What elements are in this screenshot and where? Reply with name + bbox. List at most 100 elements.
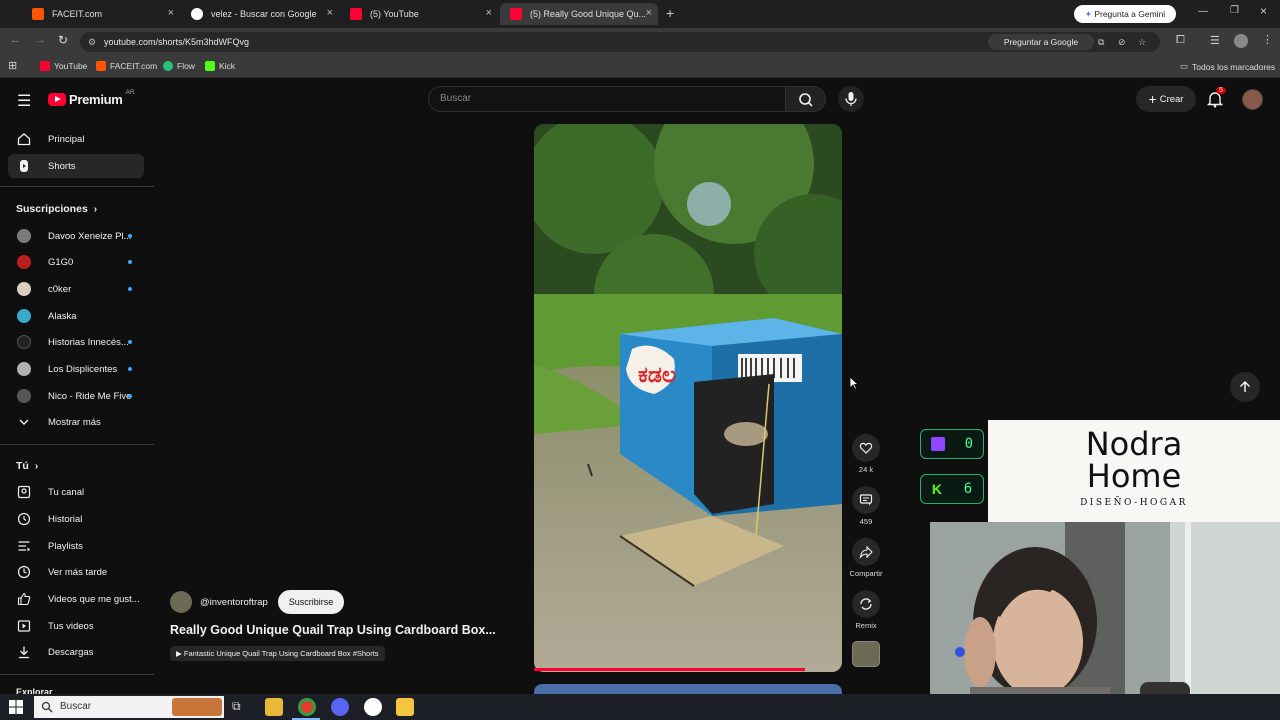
windows-taskbar: Buscar ⧉ xyxy=(0,694,1280,720)
reading-list-icon[interactable]: ☰ xyxy=(1210,34,1220,47)
remix-button[interactable] xyxy=(852,590,880,618)
bookmark-flow[interactable]: Flow xyxy=(163,61,195,71)
notifications-button[interactable]: 5 xyxy=(1206,87,1226,113)
download-icon xyxy=(19,646,29,659)
hamburger-menu-icon[interactable]: ☰ xyxy=(17,91,31,111)
comments-button[interactable] xyxy=(852,486,880,514)
file-explorer-icon[interactable] xyxy=(265,698,283,716)
channel-avatar[interactable] xyxy=(170,591,192,613)
sidebar-item-principal[interactable]: Principal xyxy=(8,127,144,151)
sidebar-item-label: Videos que me gust... xyxy=(48,593,140,605)
share-button[interactable] xyxy=(852,538,880,566)
sidebar-item-liked-videos[interactable]: Videos que me gust... xyxy=(8,587,144,611)
subscription-item[interactable]: c0ker xyxy=(8,277,144,301)
bookmark-youtube[interactable]: YouTube xyxy=(40,61,87,71)
close-tab-icon[interactable]: × xyxy=(486,7,492,19)
sidebar-item-ver-mas-tarde[interactable]: Ver más tarde xyxy=(8,560,144,584)
voice-search-button[interactable] xyxy=(838,86,864,112)
sound-thumbnail[interactable] xyxy=(852,641,880,667)
subscribe-button[interactable]: Suscribirse xyxy=(278,590,344,614)
close-window-icon[interactable]: × xyxy=(1260,4,1267,18)
task-view-icon[interactable]: ⧉ xyxy=(232,699,241,714)
brand-tagline: DISEÑO-HOGAR xyxy=(1080,498,1188,508)
apps-grid-icon[interactable]: ⊞ xyxy=(8,59,17,72)
sidebar-item-tu-canal[interactable]: Tu canal xyxy=(8,480,144,504)
subscription-item[interactable]: Alaska xyxy=(8,304,144,328)
video-title[interactable]: Really Good Unique Quail Trap Using Card… xyxy=(170,623,496,637)
faceit-favicon-icon xyxy=(32,8,44,20)
user-icon xyxy=(17,485,31,499)
subscription-item[interactable]: Nico - Ride Me Five xyxy=(8,384,144,408)
search-button[interactable] xyxy=(786,86,826,112)
youtube-logo[interactable]: Premium AR xyxy=(48,89,135,107)
subscription-item[interactable]: Historias Innecés... xyxy=(8,330,144,354)
tab-label: (5) YouTube xyxy=(370,9,419,19)
subscription-item[interactable]: Davoo Xeneize Pl... xyxy=(8,224,144,248)
create-button[interactable]: + Crear xyxy=(1136,86,1196,112)
subscription-item[interactable]: Los Displicentes xyxy=(8,357,144,381)
minimize-icon[interactable]: — xyxy=(1198,6,1208,17)
like-button[interactable] xyxy=(852,434,880,462)
share-action[interactable]: Compartir xyxy=(846,538,886,578)
sidebar-item-shorts[interactable]: Shorts xyxy=(8,154,144,178)
reload-icon[interactable]: ↻ xyxy=(58,33,68,47)
like-action[interactable]: 24 k xyxy=(852,434,880,474)
remix-action[interactable]: Remix xyxy=(852,590,880,630)
channel-avatar xyxy=(17,389,31,403)
channel-handle[interactable]: @inventoroftrap xyxy=(200,597,268,608)
menu-kebab-icon[interactable]: ⋮ xyxy=(1262,33,1273,46)
incognito-icon[interactable]: ⊘ xyxy=(1118,32,1126,52)
new-tab-icon[interactable]: + xyxy=(666,5,674,21)
kick-viewer-badge: K 6 xyxy=(920,474,984,504)
show-more-button[interactable]: Mostrar más xyxy=(8,410,144,434)
site-info-icon[interactable]: ⚙ xyxy=(88,32,96,52)
discord-icon[interactable] xyxy=(331,698,349,716)
short-video-player[interactable]: ಕಡಲ xyxy=(534,124,842,672)
screen-share-icon[interactable]: ⧉ xyxy=(1098,32,1104,52)
sidebar-item-playlists[interactable]: Playlists xyxy=(8,534,144,558)
ask-google-button[interactable]: Preguntar a Google xyxy=(988,34,1094,50)
account-avatar[interactable] xyxy=(1242,89,1263,110)
back-icon[interactable]: ← xyxy=(10,34,21,46)
sidebar-item-tus-videos[interactable]: Tus videos xyxy=(8,614,144,638)
restore-icon[interactable]: ❐ xyxy=(1230,5,1239,16)
sidebar-item-label: Tu canal xyxy=(48,486,85,498)
browser-tab-short[interactable]: (5) Really Good Unique Qu... × xyxy=(500,3,658,25)
sidebar-divider xyxy=(0,444,154,445)
subscriptions-heading[interactable]: Suscripciones › xyxy=(16,203,97,215)
bookmark-star-icon[interactable]: ☆ xyxy=(1138,32,1146,52)
sidebar-item-historial[interactable]: Historial xyxy=(8,507,144,531)
gemini-button[interactable]: ✦ Pregunta a Gemini xyxy=(1074,5,1176,23)
you-heading[interactable]: Tú › xyxy=(16,460,38,472)
browser-tab-faceit[interactable]: FACEIT.com × xyxy=(22,3,180,25)
address-bar[interactable]: ⚙ youtube.com/shorts/K5m3hdWFQvg Pregunt… xyxy=(80,32,1160,52)
forward-icon[interactable]: → xyxy=(35,34,46,46)
extensions-icon[interactable]: ⧠ xyxy=(1176,34,1185,47)
chrome-icon[interactable] xyxy=(298,698,316,716)
video-progress-bar[interactable] xyxy=(534,668,805,671)
search-input[interactable]: Buscar xyxy=(428,86,786,112)
all-bookmarks[interactable]: ▭ Todos los marcadores xyxy=(1180,61,1275,72)
bookmark-faceit[interactable]: FACEIT.com xyxy=(96,61,157,71)
subscription-label: Alaska xyxy=(48,310,77,322)
bookmark-kick[interactable]: Kick xyxy=(205,61,235,71)
subscription-label: Los Displicentes xyxy=(48,363,118,375)
close-tab-icon[interactable]: × xyxy=(168,7,174,19)
obs-icon[interactable] xyxy=(364,698,382,716)
sidebar-item-descargas[interactable]: Descargas xyxy=(8,640,144,664)
profile-avatar[interactable] xyxy=(1234,34,1248,48)
previous-short-button[interactable] xyxy=(1230,372,1260,402)
app-icon[interactable] xyxy=(396,698,414,716)
comment-icon xyxy=(859,494,873,506)
close-tab-icon[interactable]: × xyxy=(327,7,333,19)
subscription-item[interactable]: G1G0 xyxy=(8,250,144,274)
close-tab-icon[interactable]: × xyxy=(646,7,652,19)
windows-start-icon[interactable] xyxy=(9,700,23,714)
play-icon: ▶ xyxy=(176,649,182,658)
browser-tab-youtube[interactable]: (5) YouTube × xyxy=(340,3,498,25)
browser-tab-google[interactable]: velez - Buscar con Google × xyxy=(181,3,339,25)
comments-action[interactable]: 459 xyxy=(852,486,880,526)
related-playlist-chip[interactable]: ▶ Fantastic Unique Quail Trap Using Card… xyxy=(170,646,385,661)
taskbar-search-input[interactable]: Buscar xyxy=(34,696,224,718)
sidebar-item-label: Tus videos xyxy=(48,620,94,632)
